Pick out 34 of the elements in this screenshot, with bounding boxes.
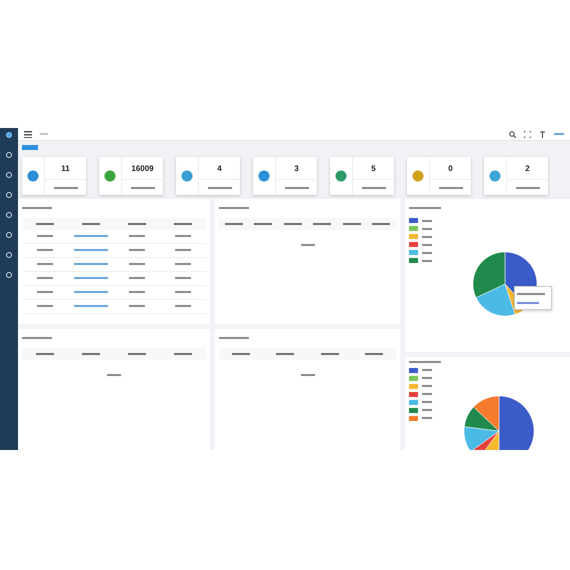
stat-value: 11 [60, 162, 71, 174]
stat-value: 16009 [130, 162, 155, 174]
illegible-text [276, 352, 294, 355]
font-size-icon[interactable] [539, 130, 546, 138]
illegible-text [82, 352, 100, 355]
stat-value: 4 [216, 162, 223, 174]
illegible-text [232, 352, 250, 355]
illegible-text [219, 336, 249, 339]
stat-value: 2 [524, 162, 531, 174]
nav-icon[interactable] [6, 212, 12, 218]
search-icon[interactable] [509, 130, 516, 138]
illegible-text [36, 352, 54, 355]
nav-icon[interactable] [6, 232, 12, 238]
illegible-text [364, 352, 383, 355]
illegible-text [174, 352, 192, 355]
stat-value: 3 [293, 162, 300, 174]
fullscreen-icon[interactable] [524, 130, 531, 138]
illegible-text [554, 133, 564, 136]
menu-icon[interactable] [24, 130, 32, 138]
nav-icon[interactable] [6, 152, 12, 158]
nav-icon[interactable] [6, 172, 12, 178]
illegible-text [320, 352, 339, 355]
illegible-text [300, 374, 314, 376]
nav-icon[interactable] [6, 192, 12, 198]
stat-value: 5 [370, 162, 377, 174]
illegible-text [107, 374, 121, 376]
illegible-text [128, 352, 146, 355]
illegible-text [40, 133, 48, 136]
nav-icon[interactable] [6, 252, 12, 258]
nav-icon[interactable] [6, 132, 12, 138]
illegible-text [409, 360, 441, 363]
nav-icon[interactable] [6, 272, 12, 278]
stat-value: 0 [447, 162, 454, 174]
illegible-text [22, 336, 52, 339]
